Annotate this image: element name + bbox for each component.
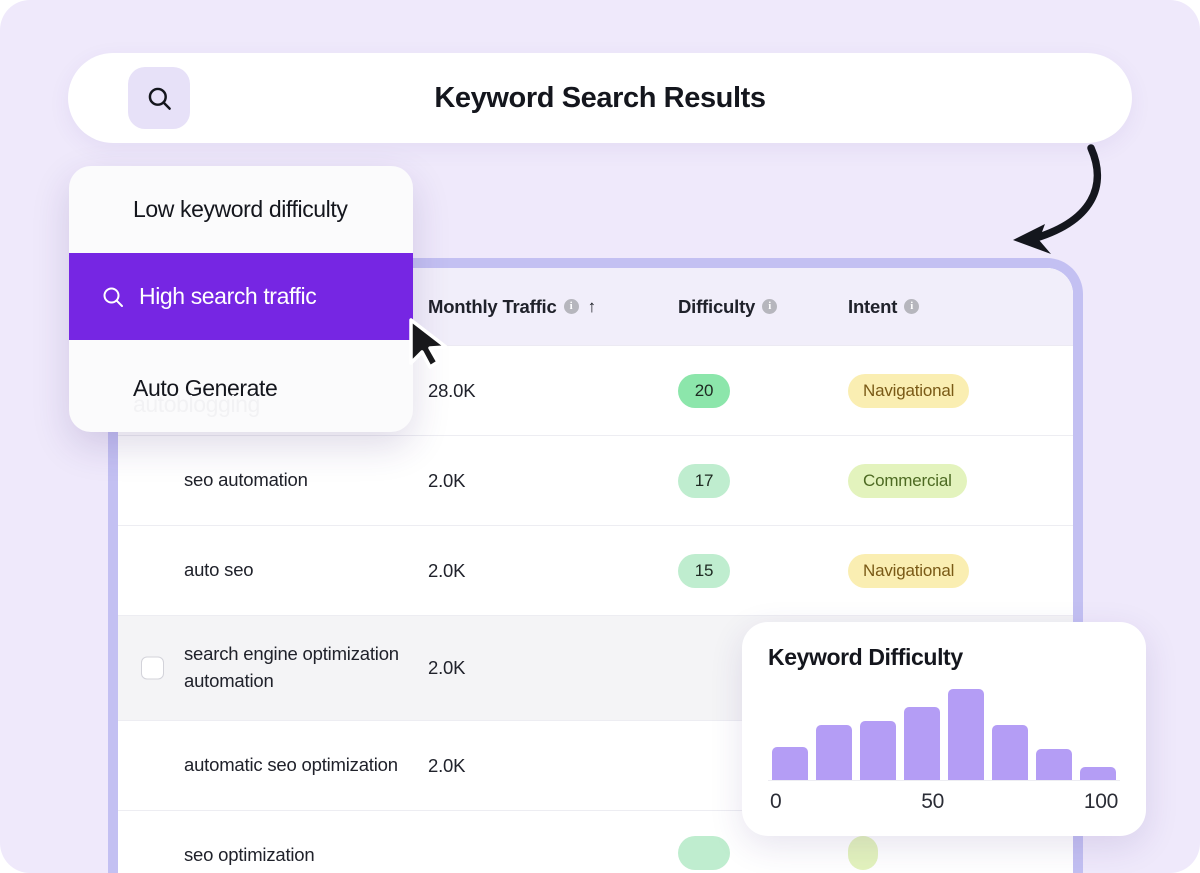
search-icon [148,87,171,110]
header-bar: Keyword Search Results [68,53,1132,143]
cell-monthly-traffic: 2.0K [428,469,466,491]
histogram-bar [904,706,940,780]
curved-arrow-icon [1013,144,1102,254]
cell-keyword: search engine optimization automation [118,641,428,695]
column-header-difficulty-label: Difficulty [678,295,756,317]
difficulty-badge [678,836,730,870]
cell-monthly-traffic: 2.0K [428,754,466,776]
cell-keyword: seo automation [118,467,428,494]
cell-keyword: seo optimization [118,842,428,869]
table-row[interactable]: seo automation 2.0K 17 Commercial [118,436,1073,526]
axis-tick-label: 50 [921,790,944,813]
cell-intent [848,836,1028,873]
page-title: Keyword Search Results [434,81,766,114]
histogram-bar [992,724,1028,780]
chart-x-axis: 0 50 100 [768,790,1120,814]
dropdown-item-label: Auto Generate [133,375,278,401]
chart-title: Keyword Difficulty [768,644,963,670]
intent-badge [848,836,878,870]
difficulty-histogram [768,689,1120,781]
dropdown-item-high-search-traffic[interactable]: High search traffic [69,253,413,340]
cell-difficulty: 20 [678,373,848,408]
histogram-bar [772,746,808,780]
cell-keyword: auto seo [118,557,428,584]
column-header-difficulty[interactable]: Difficulty i [678,296,848,318]
dropdown-items: Low keyword difficulty High search traffi… [69,166,413,432]
cell-monthly-traffic: 2.0K [428,657,466,678]
histogram-bar [948,689,984,780]
histogram-bar [860,721,896,780]
cell-monthly-traffic: 28.0K [428,379,476,401]
info-icon[interactable]: i [904,299,920,314]
cell-difficulty: 17 [678,463,848,498]
search-button[interactable] [128,67,190,129]
cell-intent: Commercial [848,463,1028,498]
filter-dropdown-menu: Low keyword difficulty High search traffi… [69,166,413,432]
column-header-monthly-traffic[interactable]: Monthly Traffic i ↑ [428,296,678,318]
keyword-text: automatic seo optimization [184,754,398,776]
keyword-text: search engine optimization automation [184,643,399,691]
column-header-monthly-traffic-label: Monthly Traffic [428,295,557,317]
info-icon[interactable]: i [762,299,778,314]
keyword-difficulty-card: Keyword Difficulty 0 50 100 [742,622,1146,836]
axis-tick-label: 0 [770,790,782,813]
histogram-bar [816,724,852,780]
column-header-intent[interactable]: Intent i [848,296,1028,318]
row-checkbox[interactable] [141,656,164,680]
keyword-text: seo optimization [184,844,315,866]
dropdown-item-low-keyword-difficulty[interactable]: Low keyword difficulty [69,166,413,253]
info-icon[interactable]: i [563,299,579,314]
intent-badge: Navigational [848,373,970,408]
cell-intent: Navigational [848,373,1028,408]
axis-tick-label: 100 [1083,790,1118,813]
cell-keyword: automatic seo optimization [118,752,428,779]
difficulty-badge: 15 [678,553,730,588]
app-root: Keyword Monthly Traffic i ↑ Difficulty i… [0,0,1200,873]
dropdown-item-label: Low keyword difficulty [133,196,348,222]
histogram-bar [1036,748,1072,780]
intent-badge: Commercial [848,463,967,498]
table-row[interactable]: auto seo 2.0K 15 Navigational [118,526,1073,616]
column-header-intent-label: Intent [848,295,898,317]
difficulty-badge: 20 [678,373,730,408]
histogram-bar [1080,766,1116,780]
cell-difficulty [678,836,848,873]
dropdown-item-label: High search traffic [139,283,317,309]
cell-intent: Navigational [848,553,1028,588]
keyword-text: seo automation [184,469,308,491]
dropdown-item-auto-generate[interactable]: Auto Generate [69,345,413,432]
cell-difficulty: 15 [678,553,848,588]
search-icon [101,285,125,309]
cell-monthly-traffic: 2.0K [428,559,466,581]
sort-ascending-icon[interactable]: ↑ [588,297,597,317]
keyword-text: auto seo [184,559,254,581]
intent-badge: Navigational [848,553,970,588]
difficulty-badge: 17 [678,463,730,498]
